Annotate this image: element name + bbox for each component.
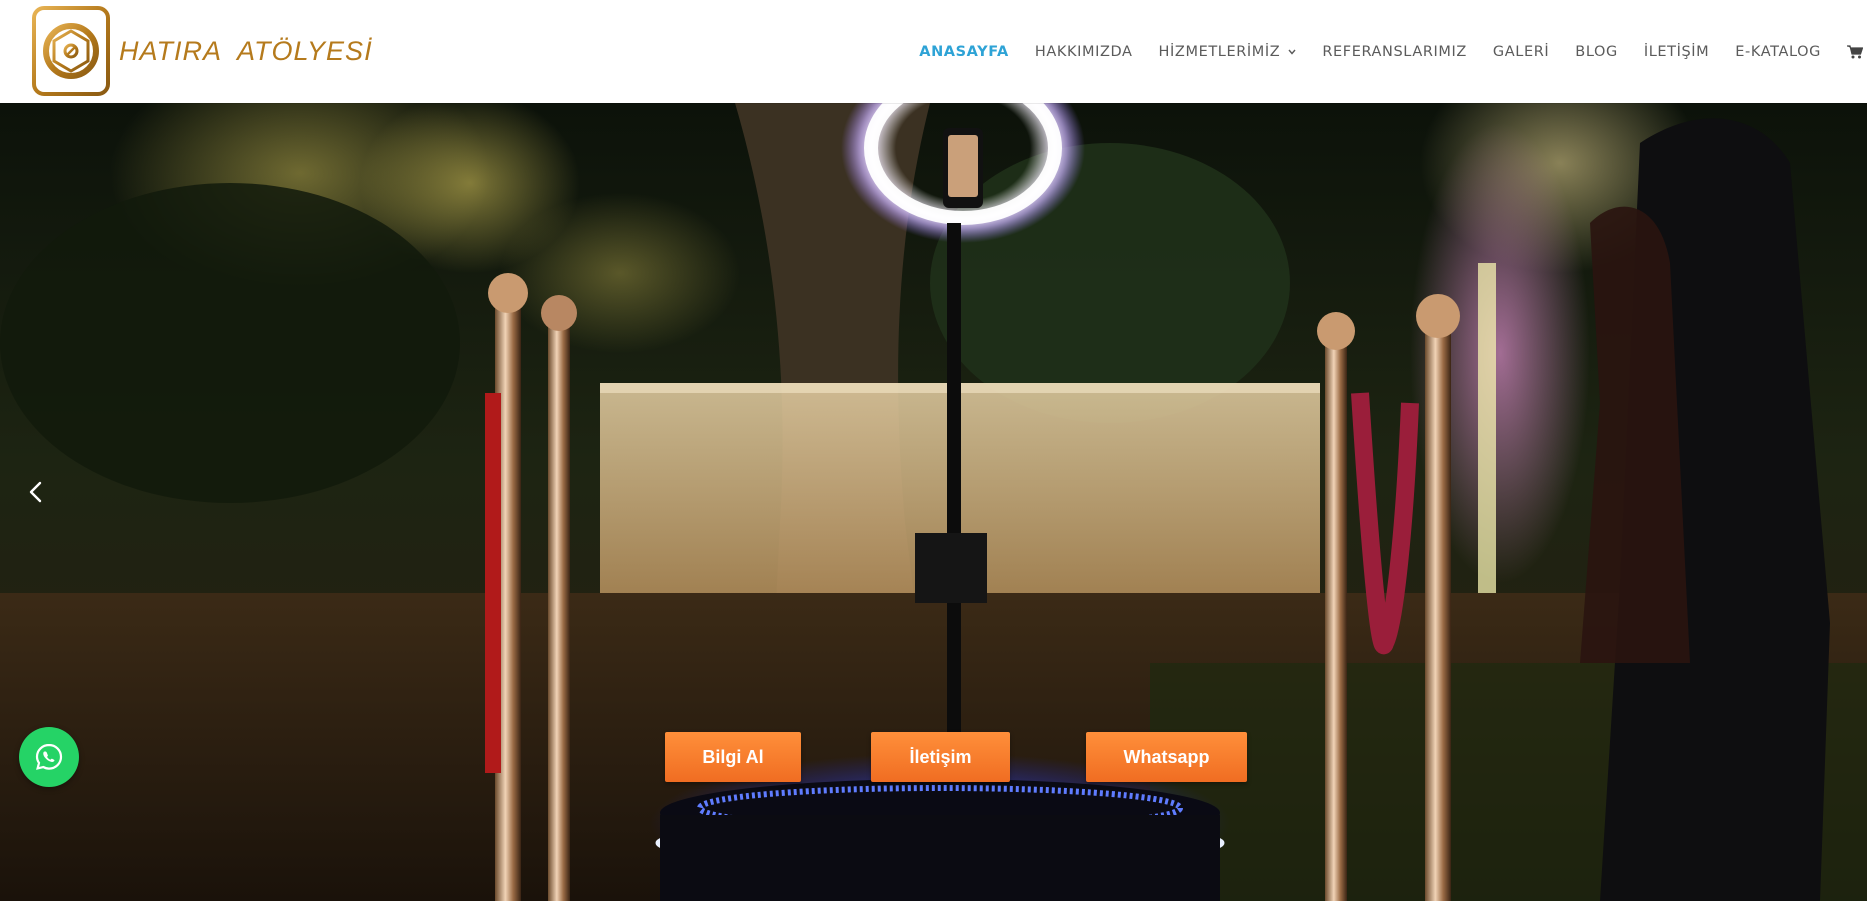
shopping-cart-icon[interactable] bbox=[1847, 44, 1863, 59]
site-header: HATIRA ATÖLYESİ ANASAYFA HAKKIMIZDA HİZM… bbox=[0, 0, 1867, 103]
nav-item-anasayfa[interactable]: ANASAYFA bbox=[919, 44, 1009, 60]
whatsapp-float-button[interactable] bbox=[19, 727, 79, 787]
brand-name: HATIRA ATÖLYESİ bbox=[119, 35, 373, 66]
nav-item-iletisim[interactable]: İLETİŞİM bbox=[1644, 44, 1709, 60]
camera-aperture-icon bbox=[32, 6, 110, 96]
nav-item-e-katalog[interactable]: E-KATALOG bbox=[1735, 44, 1821, 60]
nav-item-galeri[interactable]: GALERİ bbox=[1493, 44, 1549, 60]
logo-link[interactable]: HATIRA ATÖLYESİ bbox=[31, 5, 373, 97]
nav-item-hakkimizda[interactable]: HAKKIMIZDA bbox=[1035, 44, 1133, 60]
nav-item-blog[interactable]: BLOG bbox=[1575, 44, 1618, 60]
nav-item-referanslarimiz[interactable]: REFERANSLARIMIZ bbox=[1322, 44, 1467, 60]
whatsapp-icon bbox=[35, 743, 63, 770]
bilgi-al-button[interactable]: Bilgi Al bbox=[665, 732, 801, 782]
chevron-left-icon[interactable] bbox=[24, 475, 46, 509]
hero-slider: Bilgi Al İletişim Whatsapp bbox=[0, 103, 1867, 901]
iletisim-button[interactable]: İletişim bbox=[871, 732, 1010, 782]
chevron-down-icon bbox=[1288, 49, 1296, 55]
whatsapp-button[interactable]: Whatsapp bbox=[1086, 732, 1247, 782]
page: HATIRA ATÖLYESİ ANASAYFA HAKKIMIZDA HİZM… bbox=[0, 0, 1867, 901]
nav-item-hizmetlerimiz[interactable]: HİZMETLERİMİZ bbox=[1159, 44, 1297, 60]
main-nav: ANASAYFA HAKKIMIZDA HİZMETLERİMİZ REFERA… bbox=[919, 0, 1867, 103]
nav-item-hizmetlerimiz-label: HİZMETLERİMİZ bbox=[1158, 43, 1281, 60]
